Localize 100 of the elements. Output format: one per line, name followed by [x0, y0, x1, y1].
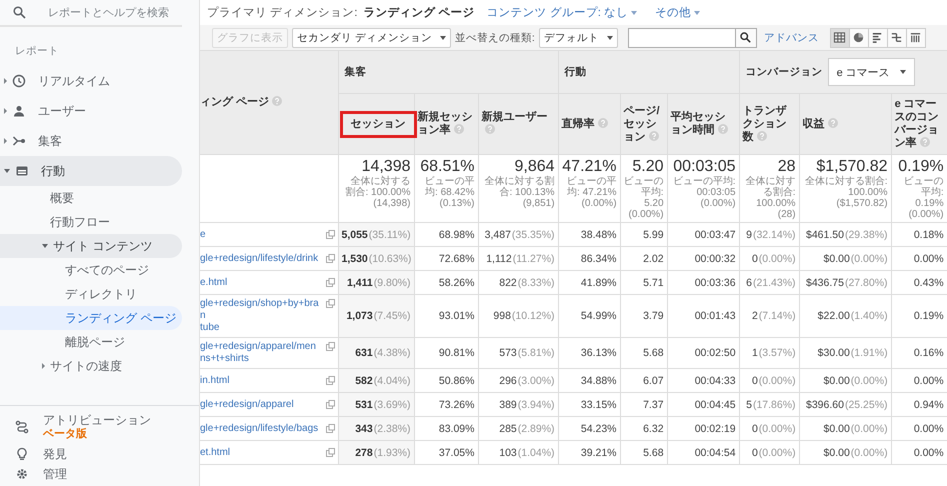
column-header[interactable]: 収益: [802, 118, 838, 130]
table-cell: 73.26%: [438, 398, 474, 410]
pivot-view-icon: [909, 31, 922, 44]
table-cell: $436.75(27.80%): [806, 276, 888, 288]
table-cell: 90.81%: [438, 347, 474, 359]
page-link[interactable]: e: [200, 228, 206, 240]
sort-label: 並べ替えの種類:: [454, 30, 535, 44]
nav-item[interactable]: 行動: [0, 156, 182, 186]
popout-icon[interactable]: [326, 230, 334, 238]
search-field[interactable]: [628, 28, 735, 48]
caret-icon: [631, 10, 638, 14]
search-button[interactable]: [734, 28, 757, 48]
table-cell: 6.32: [643, 422, 664, 434]
table-cell: 54.99%: [580, 310, 617, 322]
nav-item[interactable]: リアルタイム: [0, 66, 182, 96]
advanced-link[interactable]: アドバンス: [764, 30, 819, 44]
nav-item[interactable]: アトリビューション ベータ版: [0, 410, 182, 444]
table-cell: 83.09%: [438, 422, 474, 434]
total-note: 全体に対する割合: 100.00% ($1,570.82): [804, 176, 888, 209]
nav-item[interactable]: 管理: [0, 464, 182, 484]
nav-item[interactable]: ランディング ページ: [0, 306, 182, 330]
nav-item[interactable]: すべてのページ: [0, 258, 182, 282]
table-cell: 343(2.38%): [355, 422, 410, 434]
caret-icon: [4, 169, 10, 173]
secondary-dimension-dropdown[interactable]: セカンダリ ディメンション: [292, 28, 451, 48]
page-link[interactable]: in.html: [200, 374, 230, 386]
page-link[interactable]: et.html: [200, 446, 230, 458]
help-icon: [272, 96, 282, 106]
nav-item[interactable]: サイト コンテンツ: [0, 234, 182, 258]
popout-icon[interactable]: [326, 424, 334, 432]
table-cell: 58.26%: [438, 276, 474, 288]
total-note: ビューの平均: 00:03:05 (0.00%): [672, 176, 736, 209]
table-cell: 278(1.93%): [355, 446, 410, 458]
table-cell: 5(17.86%): [746, 398, 796, 410]
dimension-label: プライマリ ディメンション:: [207, 5, 358, 20]
table-cell: 2(7.14%): [752, 310, 796, 322]
page-link[interactable]: e.html: [200, 276, 228, 288]
table-cell: 00:04:33: [694, 374, 736, 386]
total-value: 68.51%: [419, 158, 474, 176]
table-cell: $22.00(1.40%): [818, 310, 888, 322]
help-icon: [484, 124, 494, 134]
nav-item[interactable]: 離脱ページ: [0, 330, 182, 354]
nav-item[interactable]: 集客: [0, 126, 182, 156]
table-cell: 7.37: [643, 398, 664, 410]
goal-dropdown[interactable]: e コマース: [828, 58, 915, 86]
nav-item[interactable]: 行動フロー: [0, 210, 182, 234]
table-cell: 582(4.04%): [355, 374, 410, 386]
table-cell: 6.07: [643, 374, 664, 386]
total-note: ビューの平均: 68.42% (0.13%): [424, 176, 474, 209]
table-cell: 5,055(35.11%): [342, 228, 411, 240]
view-toggle[interactable]: [886, 28, 907, 48]
table-cell: 0.43%: [914, 276, 944, 288]
total-note: 全体に対する割合: 100.13% (9,851): [484, 176, 555, 209]
popout-icon[interactable]: [326, 278, 334, 286]
popout-icon[interactable]: [326, 254, 334, 262]
total-value: 28: [776, 158, 796, 176]
view-toggle[interactable]: [906, 28, 926, 48]
sort-dropdown[interactable]: デフォルト: [538, 28, 618, 48]
nav-item[interactable]: ディレクトリ: [0, 282, 182, 306]
nav-item[interactable]: ユーザー: [0, 96, 182, 126]
nav-item[interactable]: 発見: [0, 444, 182, 464]
table-cell: 93.01%: [438, 310, 474, 322]
column-header[interactable]: セッション: [340, 110, 416, 138]
table-cell: 296(3.00%): [499, 374, 555, 386]
table-cell: 531(3.69%): [355, 398, 410, 410]
group-header: 行動: [564, 65, 587, 79]
total-note: ビューの平均: 0.19% (0.00%): [902, 176, 944, 220]
popout-icon[interactable]: [326, 342, 334, 351]
total-note: 全体に対する割合: 100.00% (14,398): [344, 176, 410, 209]
nav-item[interactable]: サイトの速度: [0, 354, 182, 378]
table-cell: 50.86%: [438, 374, 474, 386]
table-cell: 00:04:54: [694, 446, 736, 458]
popout-icon[interactable]: [326, 299, 334, 308]
popout-icon[interactable]: [326, 400, 334, 408]
caret-icon: [4, 108, 7, 114]
caret-icon: [42, 244, 48, 248]
view-toggle[interactable]: [848, 28, 869, 48]
popout-icon[interactable]: [326, 448, 334, 456]
person-icon: [12, 104, 26, 118]
view-toggle[interactable]: [868, 28, 888, 48]
group-header: コンバージョン: [746, 65, 823, 79]
search-field[interactable]: レポートとヘルプを検索: [48, 6, 178, 18]
total-value: 9,864: [513, 158, 555, 176]
column-header[interactable]: ィング ページ: [200, 96, 282, 109]
more-link[interactable]: その他: [655, 5, 700, 20]
table-cell: 1,073(7.45%): [346, 310, 410, 322]
table-cell: $396.60(25.25%): [806, 398, 888, 410]
total-value: $1,570.82: [815, 158, 888, 176]
content-group-link[interactable]: コンテンツ グループ: なし: [486, 5, 638, 20]
view-toggle[interactable]: [830, 28, 850, 48]
total-note: ビューの平均: 5.20 (0.00%): [624, 176, 664, 220]
table-cell: 0.16%: [914, 347, 944, 359]
column-header[interactable]: 直帰率: [562, 118, 608, 130]
table-cell: 2.02: [643, 252, 664, 264]
total-value: 47.21%: [562, 158, 617, 176]
caret-icon: [4, 78, 7, 84]
caret-icon: [606, 36, 613, 40]
help-icon: [920, 137, 930, 147]
nav-item[interactable]: 概要: [0, 186, 182, 210]
popout-icon[interactable]: [326, 376, 334, 384]
